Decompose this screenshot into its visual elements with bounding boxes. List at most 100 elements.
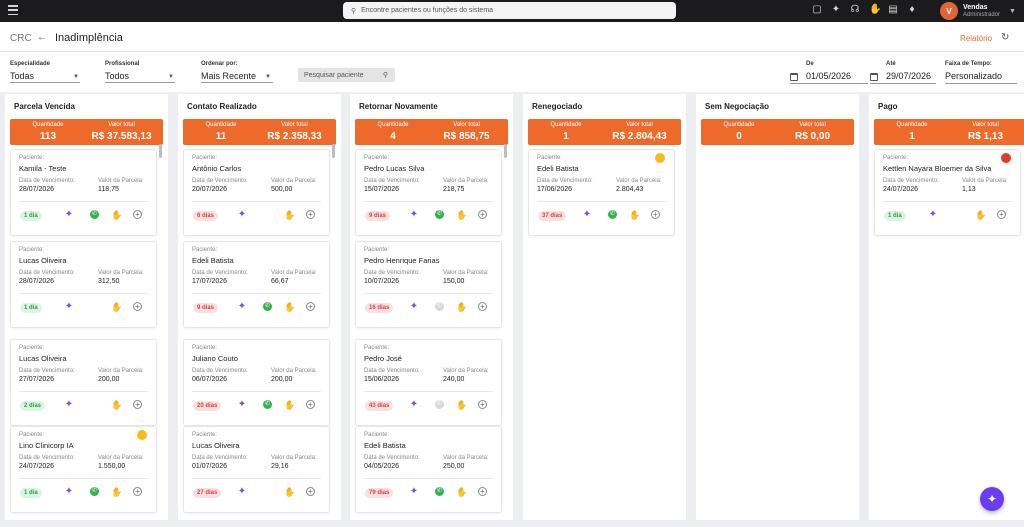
add-icon[interactable]: + xyxy=(651,210,660,219)
whatsapp-icon[interactable]: ✆ xyxy=(608,210,617,219)
column-title: Pago xyxy=(878,102,898,111)
sparkle-icon[interactable]: ✦ xyxy=(236,399,248,411)
hand-coin-icon[interactable]: ✋ xyxy=(284,301,296,313)
add-icon[interactable]: + xyxy=(478,487,487,496)
sparkle-icon[interactable]: ✦ xyxy=(581,209,593,221)
add-icon[interactable]: + xyxy=(306,302,315,311)
due-date: 20/07/2026 xyxy=(192,186,228,193)
patient-card[interactable]: Paciente: Juliano Couto Data de Vencimento… xyxy=(183,339,330,426)
whatsapp-icon[interactable]: ✆ xyxy=(435,210,444,219)
sparkle-icon[interactable]: ✦ xyxy=(408,486,420,498)
hand-coin-icon[interactable]: ✋ xyxy=(869,4,881,16)
scrollbar[interactable] xyxy=(332,144,335,158)
scrollbar[interactable] xyxy=(159,144,162,158)
add-icon[interactable]: + xyxy=(997,210,1006,219)
faixa-select[interactable]: Personalizado xyxy=(945,71,1002,81)
add-icon[interactable]: + xyxy=(133,210,142,219)
patient-card[interactable]: Paciente: Edeli Batista Data de Vencimento… xyxy=(355,426,502,513)
column-summary: Quantidade 113 Valor total R$ 37.583,13 xyxy=(10,119,163,145)
add-icon[interactable]: + xyxy=(478,210,487,219)
patient-card[interactable]: Paciente: Lucas Oliveira Data de Venciment… xyxy=(10,339,157,426)
calendar-icon[interactable] xyxy=(790,73,798,81)
due-date-label: Data de Vencimento: xyxy=(19,368,75,374)
hand-coin-icon[interactable]: ✋ xyxy=(456,209,468,221)
report-button[interactable]: Relatório xyxy=(960,34,992,43)
patient-card[interactable]: Paciente: Lucas Oliveira Data de Venciment… xyxy=(10,241,157,328)
hand-coin-icon[interactable]: ✋ xyxy=(629,209,641,221)
patient-card[interactable]: Paciente: Pedro Henrique Farias Data de Ve… xyxy=(355,241,502,328)
due-date-label: Data de Vencimento: xyxy=(192,178,248,184)
sparkle-icon[interactable]: ✦ xyxy=(831,4,841,16)
whatsapp-icon[interactable]: ✆ xyxy=(435,400,444,409)
add-icon[interactable]: + xyxy=(133,302,142,311)
whatsapp-icon[interactable]: ✆ xyxy=(263,400,272,409)
hand-coin-icon[interactable]: ✋ xyxy=(284,486,296,498)
patient-name: Lucas Oliveira xyxy=(192,441,240,450)
global-search-input[interactable]: ⚲ Encontre pacientes ou funções do siste… xyxy=(343,2,676,19)
hand-coin-icon[interactable]: ✋ xyxy=(111,209,123,221)
breadcrumb[interactable]: CRC xyxy=(10,33,32,44)
sparkle-icon[interactable]: ✦ xyxy=(236,486,248,498)
sparkle-icon[interactable]: ✦ xyxy=(408,399,420,411)
menu-icon[interactable] xyxy=(8,5,18,15)
headset-icon[interactable]: ☊ xyxy=(850,4,860,16)
total-value: R$ 858,75 xyxy=(443,131,490,142)
hand-coin-icon[interactable]: ✋ xyxy=(111,399,123,411)
add-icon[interactable]: + xyxy=(306,400,315,409)
whatsapp-icon[interactable]: ✆ xyxy=(435,302,444,311)
whatsapp-icon[interactable]: ✆ xyxy=(90,210,99,219)
add-icon[interactable]: + xyxy=(478,400,487,409)
back-arrow-icon[interactable]: ← xyxy=(37,32,47,43)
hand-coin-icon[interactable]: ✋ xyxy=(456,399,468,411)
sparkle-icon[interactable]: ✦ xyxy=(236,209,248,221)
scrollbar[interactable] xyxy=(504,144,507,158)
whatsapp-icon[interactable]: ✆ xyxy=(263,302,272,311)
date-to-input[interactable]: 29/07/2026 xyxy=(886,71,931,81)
bell-icon[interactable]: ♦ xyxy=(907,4,917,16)
sparkle-icon[interactable]: ✦ xyxy=(408,209,420,221)
refresh-icon[interactable]: ↻ xyxy=(1001,32,1009,43)
patient-card[interactable]: Paciente: Edeli Batista Data de Vencimento… xyxy=(528,149,675,236)
hand-coin-icon[interactable]: ✋ xyxy=(111,486,123,498)
sparkle-icon[interactable]: ✦ xyxy=(63,209,75,221)
hand-coin-icon[interactable]: ✋ xyxy=(284,209,296,221)
sparkle-icon[interactable]: ✦ xyxy=(408,301,420,313)
add-icon[interactable]: + xyxy=(133,487,142,496)
quantity-value: 1 xyxy=(563,131,569,142)
patient-card[interactable]: Paciente: Pedro Lucas Silva Data de Vencim… xyxy=(355,149,502,236)
whatsapp-icon[interactable]: ✆ xyxy=(435,487,444,496)
column-summary: Quantidade 1 Valor total R$ 2.804,43 xyxy=(528,119,681,145)
clipboard-icon[interactable]: ▤ xyxy=(888,4,898,16)
patient-card[interactable]: Paciente: Lucas Oliveira Data de Venciment… xyxy=(183,426,330,513)
sparkle-icon[interactable]: ✦ xyxy=(63,399,75,411)
calendar-icon[interactable] xyxy=(870,73,878,81)
sparkle-icon[interactable]: ✦ xyxy=(63,486,75,498)
hand-coin-icon[interactable]: ✋ xyxy=(975,209,987,221)
hand-coin-icon[interactable]: ✋ xyxy=(284,399,296,411)
patient-card[interactable]: Paciente: Lino Clinicorp IA Data de Vencim… xyxy=(10,426,157,513)
user-menu[interactable]: V Vendas Administrador ▼ xyxy=(940,2,1016,20)
patient-card[interactable]: Paciente: Edeli Batista Data de Vencimento… xyxy=(183,241,330,328)
video-icon[interactable]: ▢ xyxy=(812,4,822,16)
patient-card[interactable]: Paciente: Antônio Carlos Data de Venciment… xyxy=(183,149,330,236)
installment-value: 200,00 xyxy=(271,376,293,383)
add-icon[interactable]: + xyxy=(478,302,487,311)
quantity-label: Quantidade xyxy=(723,122,755,128)
patient-card[interactable]: Paciente: Kamila - Teste Data de Venciment… xyxy=(10,149,157,236)
sparkle-icon[interactable]: ✦ xyxy=(63,301,75,313)
sparkle-icon[interactable]: ✦ xyxy=(927,209,939,221)
hand-coin-icon[interactable]: ✋ xyxy=(111,301,123,313)
patient-search-input[interactable]: Pesquisar paciente ⚲ xyxy=(298,68,395,82)
hand-coin-icon[interactable]: ✋ xyxy=(456,486,468,498)
add-icon[interactable]: + xyxy=(306,487,315,496)
patient-card[interactable]: Paciente: Kettlen Nayara Bloemer da Silva… xyxy=(874,149,1021,236)
add-icon[interactable]: + xyxy=(306,210,315,219)
user-name: Vendas xyxy=(963,3,988,11)
ai-assistant-button[interactable]: ✦ xyxy=(980,487,1004,511)
sparkle-icon[interactable]: ✦ xyxy=(236,301,248,313)
patient-card[interactable]: Paciente: Pedro José Data de Vencimento: 15… xyxy=(355,339,502,426)
hand-coin-icon[interactable]: ✋ xyxy=(456,301,468,313)
date-from-input[interactable]: 01/05/2026 xyxy=(806,71,851,81)
add-icon[interactable]: + xyxy=(133,400,142,409)
whatsapp-icon[interactable]: ✆ xyxy=(90,487,99,496)
